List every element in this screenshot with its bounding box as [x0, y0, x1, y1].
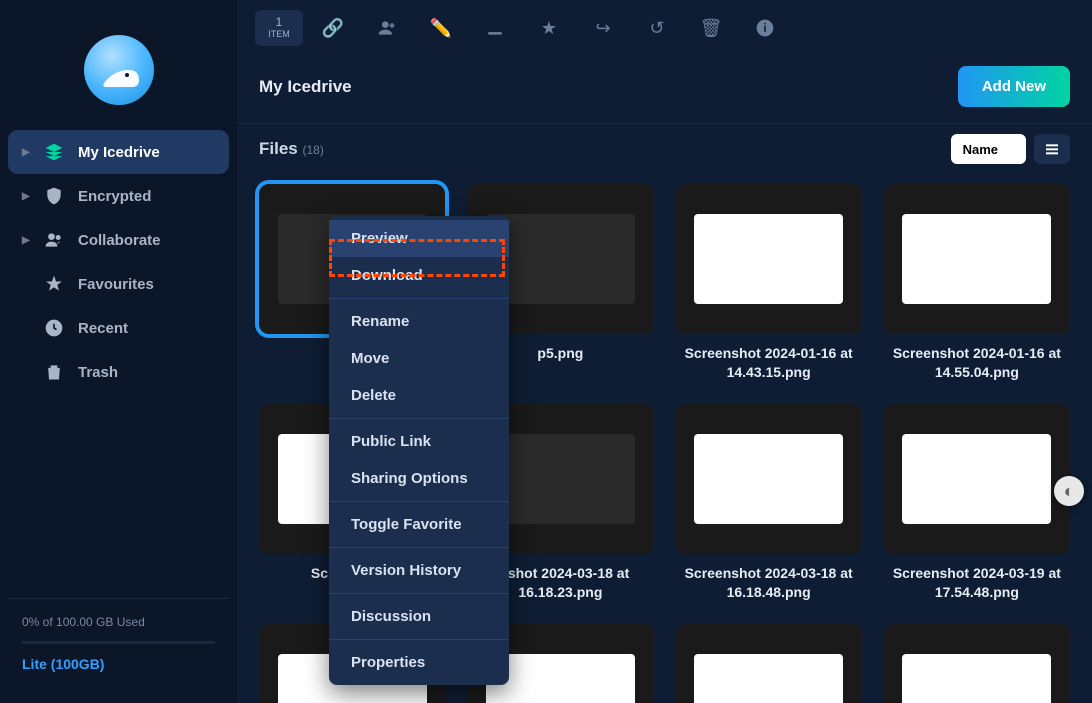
page-header: My Icedrive Add New [237, 52, 1092, 123]
menu-item-properties[interactable]: Properties [329, 644, 509, 681]
info-button[interactable]: i [741, 10, 789, 46]
file-thumbnail[interactable] [884, 404, 1070, 554]
menu-separator [329, 501, 509, 502]
edit-button[interactable]: ✏️ [417, 10, 465, 46]
list-icon [1044, 141, 1060, 157]
menu-item-toggle-favorite[interactable]: Toggle Favorite [329, 506, 509, 543]
file-card[interactable] [676, 624, 862, 703]
file-name: Screenshot 2024-03-18 at 16.18.48.png [676, 564, 862, 602]
chevron-right-icon: ▶ [22, 235, 36, 246]
chevron-right-icon: ▶ [22, 147, 36, 158]
svg-text:i: i [763, 22, 766, 35]
trash-icon [42, 362, 66, 382]
menu-separator [329, 418, 509, 419]
selection-count[interactable]: 1 ITEM [255, 10, 303, 46]
people-icon [42, 230, 66, 250]
link-button[interactable]: 🔗 [309, 10, 357, 46]
sidebar-item-label: Trash [78, 364, 118, 381]
sidebar-item-label: My Icedrive [78, 144, 160, 161]
forward-button[interactable]: ↪ [579, 10, 627, 46]
menu-item-sharing-options[interactable]: Sharing Options [329, 460, 509, 497]
menu-separator [329, 547, 509, 548]
context-menu: PreviewDownload RenameMoveDelete Public Li… [329, 216, 509, 685]
files-grid: p5.pngScreenshot 2024-01-16 at 14.43.15.… [237, 174, 1092, 703]
file-thumbnail[interactable] [676, 404, 862, 554]
star-icon [42, 274, 66, 294]
file-card[interactable]: Screenshot 2024-03-18 at 16.18.48.png [676, 404, 862, 602]
breadcrumb[interactable]: My Icedrive [259, 77, 352, 97]
app-logo[interactable] [84, 35, 154, 105]
list-view-button[interactable] [1034, 134, 1070, 164]
file-card[interactable]: Screenshot 2024-03-19 at 17.54.48.png [884, 404, 1070, 602]
add-new-button[interactable]: Add New [958, 66, 1070, 107]
adduser-icon [377, 18, 397, 38]
file-name: Screenshot 2024-01-16 at 14.43.15.png [676, 344, 862, 382]
menu-item-rename[interactable]: Rename [329, 303, 509, 340]
sidebar-item-label: Favourites [78, 276, 154, 293]
sidebar-item-trash[interactable]: ▶ Trash [8, 350, 229, 394]
file-thumbnail[interactable] [884, 184, 1070, 334]
shield-icon [42, 186, 66, 206]
download-icon [485, 18, 505, 38]
sidebar-item-collaborate[interactable]: ▶ Collaborate [8, 218, 229, 262]
info-icon: i [755, 18, 775, 38]
files-toolbar: Files (18) Name [237, 123, 1092, 174]
file-card[interactable]: Screenshot 2024-01-16 at 14.55.04.png [884, 184, 1070, 382]
menu-item-preview[interactable]: Preview [329, 220, 509, 257]
file-name: Screenshot 2024-01-16 at 14.55.04.png [884, 344, 1070, 382]
link-icon: 🔗 [322, 18, 344, 39]
sort-icon [1002, 143, 1014, 155]
storage-used-text: 0% of 100.00 GB Used [22, 615, 215, 629]
share-user-button[interactable] [363, 10, 411, 46]
menu-item-download[interactable]: Download [329, 257, 509, 294]
sidebar-item-my-icedrive[interactable]: ▶ My Icedrive [8, 130, 229, 174]
logo-container [8, 15, 229, 130]
delete-button[interactable]: 🗑 [687, 10, 735, 46]
sidebar: ▶ My Icedrive▶ Encrypted▶ Collaborate▶ F… [0, 0, 237, 703]
file-thumbnail[interactable] [884, 624, 1070, 703]
storage-info: 0% of 100.00 GB Used Lite (100GB) [8, 598, 229, 688]
sort-controls: Name [951, 134, 1070, 164]
menu-item-discussion[interactable]: Discussion [329, 598, 509, 635]
menu-separator [329, 298, 509, 299]
file-thumbnail[interactable] [676, 624, 862, 703]
sidebar-item-encrypted[interactable]: ▶ Encrypted [8, 174, 229, 218]
action-toolbar: 1 ITEM 🔗 ✏️ ★ ↪ ↺ 🗑 i [237, 0, 1092, 52]
history-button[interactable]: ↺ [633, 10, 681, 46]
sidebar-item-favourites[interactable]: ▶ Favourites [8, 262, 229, 306]
storage-plan[interactable]: Lite (100GB) [22, 656, 215, 672]
menu-separator [329, 593, 509, 594]
sort-button[interactable]: Name [951, 134, 1026, 164]
menu-item-version-history[interactable]: Version History [329, 552, 509, 589]
pencil-icon: ✏️ [430, 18, 452, 39]
menu-separator [329, 639, 509, 640]
clock-icon [42, 318, 66, 338]
file-card[interactable]: Screenshot 2024-01-16 at 14.43.15.png [676, 184, 862, 382]
storage-bar [22, 641, 215, 644]
file-name: Screenshot 2024-03-19 at 17.54.48.png [884, 564, 1070, 602]
file-card[interactable] [884, 624, 1070, 703]
history-icon: ↺ [649, 18, 664, 39]
sidebar-item-recent[interactable]: ▶ Recent [8, 306, 229, 350]
floating-action[interactable]: ◐ [1054, 476, 1084, 506]
share-icon: ↪ [595, 18, 610, 39]
sidebar-item-label: Collaborate [78, 232, 161, 249]
menu-item-move[interactable]: Move [329, 340, 509, 377]
files-heading: Files (18) [259, 139, 324, 159]
menu-item-delete[interactable]: Delete [329, 377, 509, 414]
sidebar-item-label: Recent [78, 320, 128, 337]
star-icon: ★ [541, 18, 557, 39]
menu-item-public-link[interactable]: Public Link [329, 423, 509, 460]
sidebar-item-label: Encrypted [78, 188, 151, 205]
file-thumbnail[interactable] [676, 184, 862, 334]
favorite-button[interactable]: ★ [525, 10, 573, 46]
stack-icon [42, 142, 66, 162]
download-button[interactable] [471, 10, 519, 46]
chevron-right-icon: ▶ [22, 191, 36, 202]
trash-icon: 🗑 [700, 18, 723, 39]
main-content: 1 ITEM 🔗 ✏️ ★ ↪ ↺ 🗑 i My Icedrive Add Ne… [237, 0, 1092, 703]
